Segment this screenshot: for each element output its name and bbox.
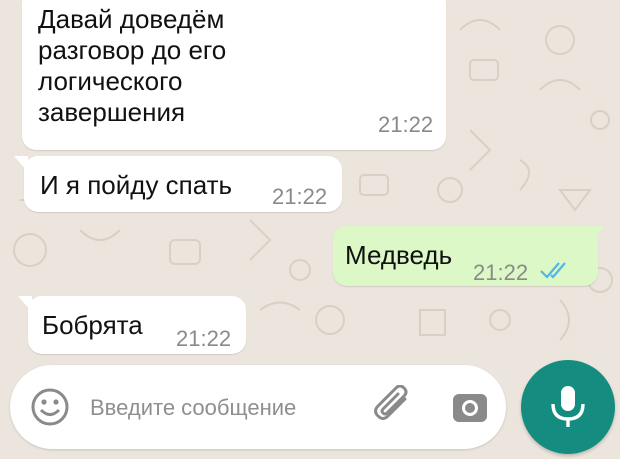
message-time: 21:22: [473, 260, 529, 285]
camera-icon[interactable]: [450, 387, 490, 427]
message-input[interactable]: Введите сообщение: [90, 395, 296, 421]
message-bubble[interactable]: Давай доведём разговор до его логическог…: [22, 0, 446, 150]
message-text: И я пойду спать: [40, 170, 233, 200]
voice-record-button[interactable]: [521, 360, 615, 454]
attach-icon[interactable]: [374, 385, 418, 429]
message-text: Медведь: [345, 240, 453, 270]
message-time: 21:22: [176, 326, 232, 351]
message-bubble[interactable]: Медведь 21:22: [333, 226, 598, 286]
message-composer[interactable]: Введите сообщение: [10, 365, 506, 449]
message-text: Давай доведём разговор до его логическог…: [38, 4, 227, 127]
message-time: 21:22: [378, 112, 434, 137]
message-bubble[interactable]: И я пойду спать 21:22: [24, 156, 342, 212]
mic-icon: [551, 386, 585, 427]
message-bubble[interactable]: Бобрята 21:22: [28, 296, 246, 354]
emoji-icon[interactable]: [30, 387, 70, 427]
read-receipt-icon: [540, 262, 566, 279]
message-text: Бобрята: [42, 310, 143, 340]
message-time: 21:22: [272, 184, 328, 209]
